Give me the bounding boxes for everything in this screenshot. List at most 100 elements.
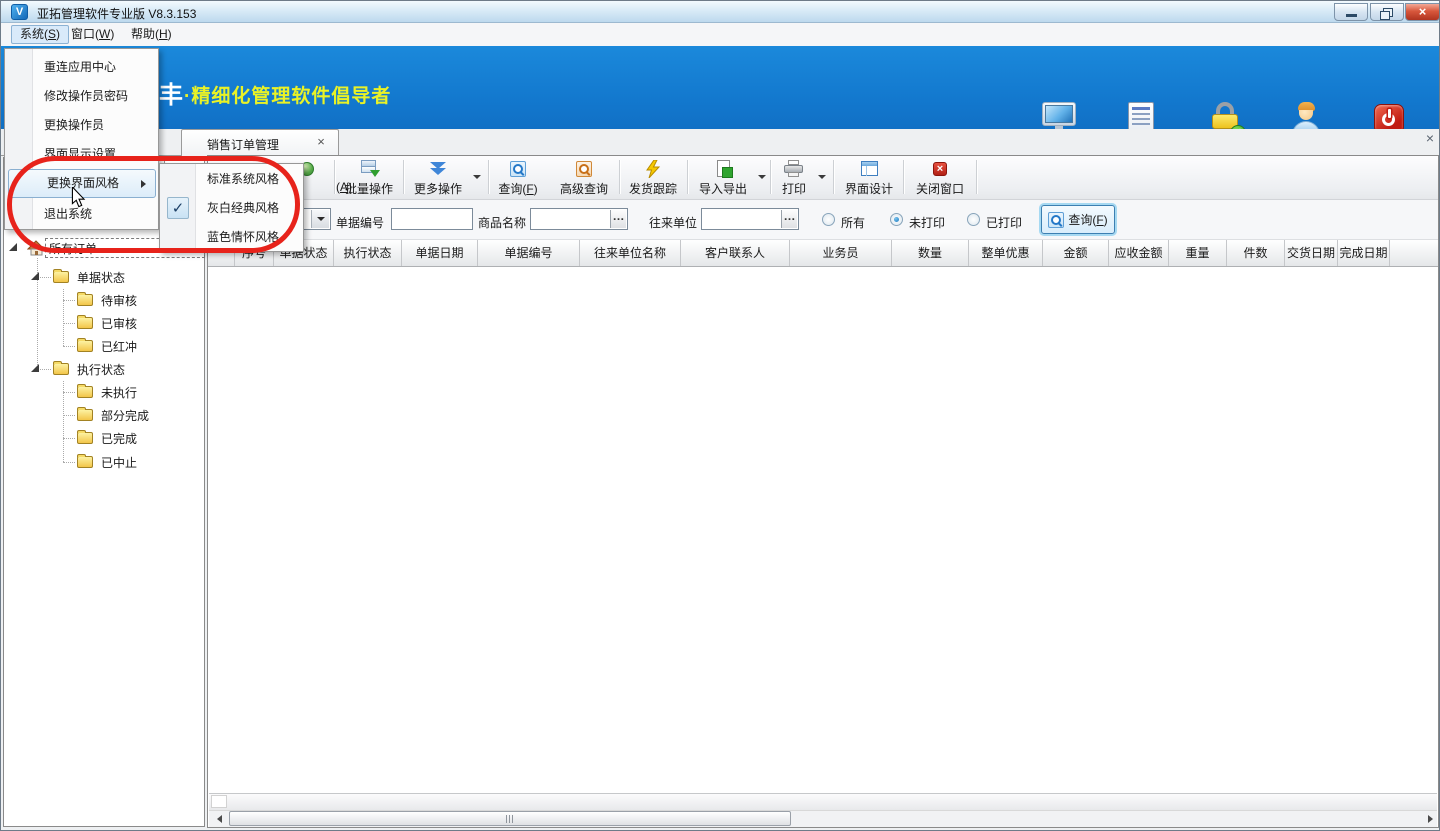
- partner-input[interactable]: …: [701, 208, 799, 230]
- column-header[interactable]: 应收金额: [1109, 240, 1169, 266]
- restore-button[interactable]: [1370, 3, 1404, 21]
- column-header[interactable]: 交货日期: [1285, 240, 1338, 266]
- tree-connector: [63, 289, 64, 346]
- toolbar-button-more-ops[interactable]: 更多操作: [407, 158, 469, 198]
- search-icon: [1048, 212, 1064, 228]
- radio-unprinted[interactable]: [890, 213, 903, 226]
- column-header[interactable]: 整单优惠: [969, 240, 1043, 266]
- tabstrip-close-icon[interactable]: ×: [1422, 131, 1438, 147]
- folder-icon: [77, 409, 93, 421]
- column-header[interactable]: 单据日期: [402, 240, 478, 266]
- tree-expander-icon[interactable]: [9, 243, 17, 251]
- toolbar-button-query[interactable]: 查询(F): [492, 158, 544, 198]
- tree-expander-icon[interactable]: [31, 364, 39, 372]
- tree-connector: [63, 323, 75, 324]
- minimize-button[interactable]: [1334, 3, 1368, 21]
- minimize-icon: [1346, 14, 1357, 17]
- partner-lookup-ellipsis-button[interactable]: …: [781, 210, 797, 228]
- more-ops-dropdown-arrow-icon[interactable]: [473, 175, 481, 179]
- tree-item-audited[interactable]: 已审核: [101, 315, 137, 334]
- toolbar-separator: [687, 160, 689, 194]
- product-name-label: 商品名称: [478, 214, 526, 231]
- toolbar-button-batch-ops[interactable]: 批量操作: [338, 158, 400, 198]
- tree-item-terminated[interactable]: 已中止: [101, 454, 137, 473]
- tree-item-pending-audit[interactable]: 待审核: [101, 292, 137, 311]
- column-header[interactable]: 执行状态: [334, 240, 402, 266]
- toolbar-separator: [403, 160, 405, 194]
- column-header[interactable]: 金额: [1043, 240, 1109, 266]
- doc-no-label: 单据编号: [336, 214, 384, 231]
- red-highlight-annotation: [7, 156, 300, 253]
- menu-item-reconnect-center[interactable]: 重连应用中心: [6, 53, 157, 82]
- tree-group-doc-status[interactable]: 单据状态: [77, 269, 125, 288]
- tree-connector: [63, 462, 75, 463]
- tree-item-partially-done[interactable]: 部分完成: [101, 407, 149, 426]
- application-window: V 亚拓管理软件专业版 V8.3.153 × 系统(S) 窗口(W) 帮助(H)…: [0, 0, 1440, 831]
- grid-header: 序号 单据状态 执行状态 单据日期 单据编号 往来单位名称 客户联系人 业务员 …: [208, 240, 1438, 267]
- scroll-left-arrow-icon[interactable]: [212, 811, 228, 826]
- column-header[interactable]: 业务员: [790, 240, 892, 266]
- menu-system[interactable]: 系统(S): [11, 25, 69, 44]
- product-name-input[interactable]: …: [530, 208, 628, 230]
- tree-connector: [63, 438, 75, 439]
- grid-body-empty: [208, 267, 1438, 793]
- tree-item-completed[interactable]: 已完成: [101, 430, 137, 449]
- toolbar-button-print[interactable]: 打印: [774, 158, 814, 198]
- toolbar-separator: [488, 160, 490, 194]
- close-button[interactable]: ×: [1405, 3, 1440, 21]
- tree-group-exec-status[interactable]: 执行状态: [77, 361, 125, 380]
- partner-label: 往来单位: [649, 214, 697, 231]
- radio-printed-label: 已打印: [986, 214, 1022, 231]
- double-chevron-down-icon: [430, 162, 446, 175]
- mouse-cursor-icon: [71, 187, 86, 208]
- column-header[interactable]: 客户联系人: [681, 240, 790, 266]
- banner: 丰 ·精细化管理软件倡导者 我的工作台 单据中心 ✓ 修改密码 更换操作员: [1, 46, 1440, 129]
- menu-item-change-password[interactable]: 修改操作员密码: [6, 82, 157, 111]
- tab-close-icon[interactable]: ×: [314, 135, 328, 149]
- toolbar-separator: [903, 160, 905, 194]
- tree-connector: [63, 392, 75, 393]
- scrollbar-thumb[interactable]: [229, 811, 791, 826]
- grid-footer-strip: [209, 793, 1437, 810]
- menu-help[interactable]: 帮助(H): [123, 25, 180, 44]
- menu-item-switch-operator[interactable]: 更换操作员: [6, 111, 157, 140]
- toolbar-button-close-window[interactable]: × 关闭窗口: [910, 158, 970, 198]
- tree-item-reversed[interactable]: 已红冲: [101, 338, 137, 357]
- folder-icon: [53, 271, 69, 283]
- column-header[interactable]: 数量: [892, 240, 969, 266]
- tree-connector: [37, 277, 51, 278]
- folder-icon: [77, 456, 93, 468]
- toolbar-button-advanced-query[interactable]: 高级查询: [552, 158, 616, 198]
- app-logo-icon: V: [11, 4, 28, 20]
- close-window-icon: ×: [933, 162, 947, 176]
- tree-expander-icon[interactable]: [31, 272, 39, 280]
- advanced-search-icon: [576, 161, 592, 177]
- print-dropdown-arrow-icon[interactable]: [818, 175, 826, 179]
- product-lookup-ellipsis-button[interactable]: …: [610, 210, 626, 228]
- import-export-dropdown-arrow-icon[interactable]: [758, 175, 766, 179]
- tab-sales-order[interactable]: 销售订单管理 ×: [181, 129, 339, 156]
- column-header[interactable]: 重量: [1169, 240, 1227, 266]
- toolbar-button-shipment-tracking[interactable]: 发货跟踪: [623, 158, 683, 198]
- column-header[interactable]: 单据编号: [478, 240, 580, 266]
- menu-window[interactable]: 窗口(W): [63, 25, 122, 44]
- column-header[interactable]: 完成日期: [1338, 240, 1390, 266]
- tree-connector: [37, 369, 51, 370]
- radio-all[interactable]: [822, 213, 835, 226]
- toolbar-button-import-export[interactable]: 导入导出: [693, 158, 753, 198]
- toolbar-separator: [833, 160, 835, 194]
- toolbar-button-ui-design[interactable]: 界面设计: [839, 158, 899, 198]
- combobox-dropdown-icon[interactable]: [311, 210, 329, 228]
- toolbar-separator: [976, 160, 978, 194]
- radio-printed[interactable]: [967, 213, 980, 226]
- batch-docs-icon: [360, 160, 379, 177]
- title-bar: V 亚拓管理软件专业版 V8.3.153 ×: [1, 1, 1440, 23]
- tree-item-not-executed[interactable]: 未执行: [101, 384, 137, 403]
- doc-no-input[interactable]: [391, 208, 473, 230]
- grid-footer-cell: [211, 795, 227, 808]
- column-header[interactable]: 件数: [1227, 240, 1285, 266]
- column-header[interactable]: 往来单位名称: [580, 240, 681, 266]
- radio-all-label: 所有: [841, 214, 865, 231]
- scroll-right-arrow-icon[interactable]: [1422, 811, 1438, 826]
- query-button[interactable]: 查询(F): [1041, 205, 1115, 234]
